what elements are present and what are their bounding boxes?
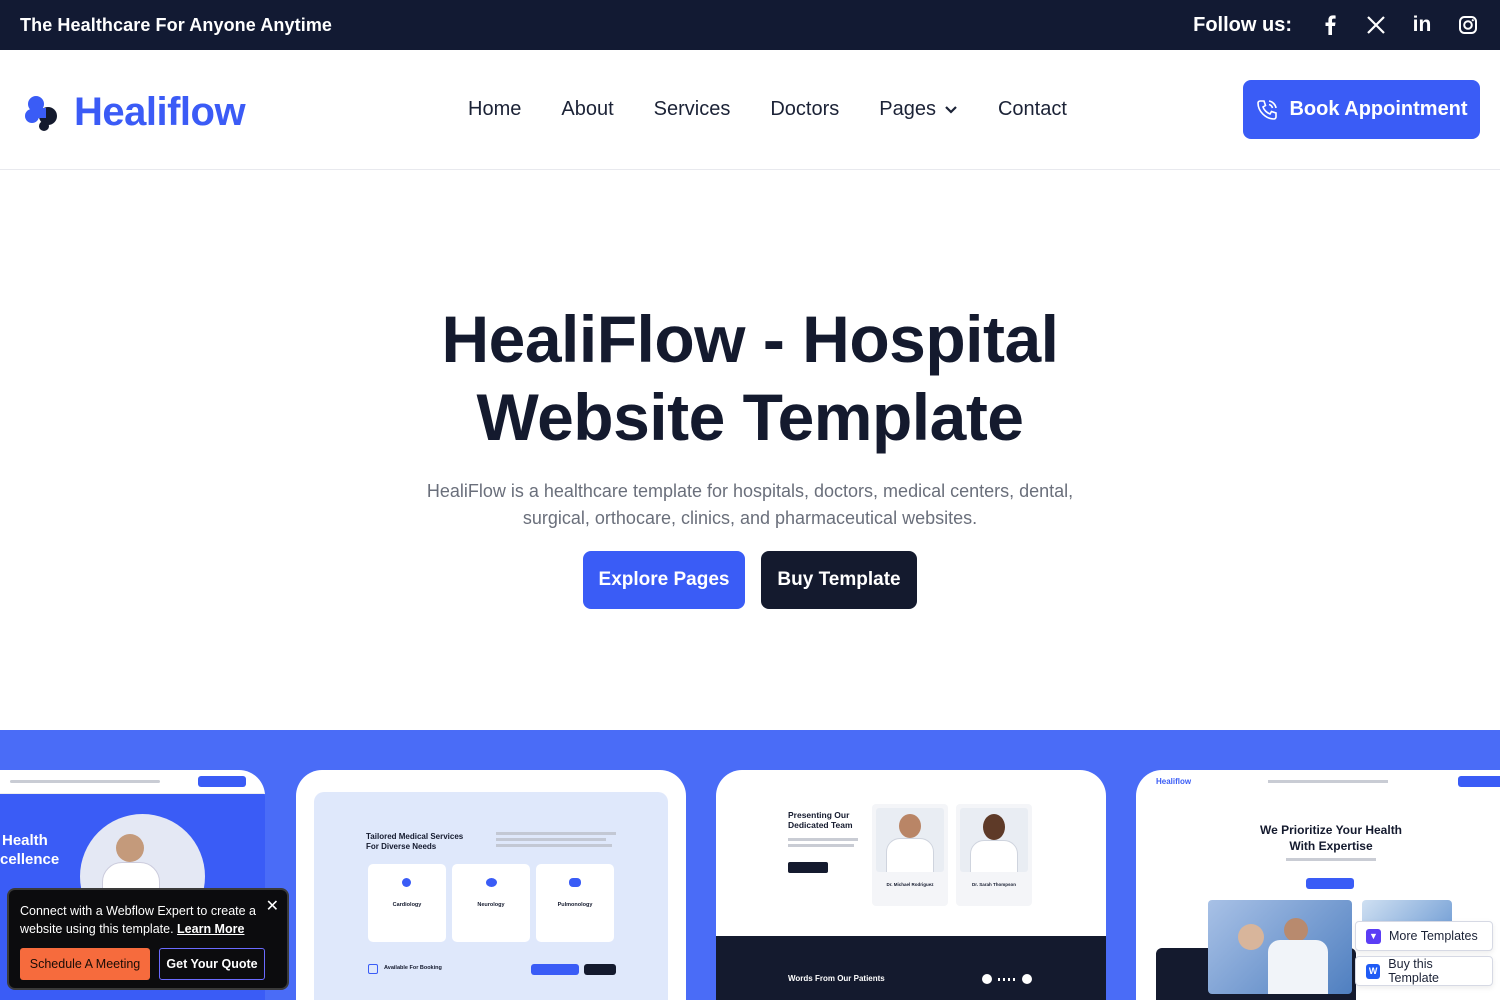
mini-doctor-card: Dr. Michael Rodriguez: [872, 804, 948, 906]
mini-hero-heading1: Health: [2, 832, 48, 849]
webflow-icon: W: [1366, 963, 1381, 979]
linkedin-icon[interactable]: in: [1410, 13, 1434, 37]
lungs-icon: [569, 878, 581, 887]
mini-services-button: [584, 964, 616, 975]
mini-nav-links: [1268, 780, 1388, 783]
nav-pages[interactable]: Pages: [879, 98, 958, 121]
preview-card-services[interactable]: Tailored Medical Services For Diverse Ne…: [296, 770, 686, 1000]
logo-icon: [25, 95, 57, 131]
mini-services-heading: Tailored Medical Services For Diverse Ne…: [366, 832, 464, 851]
buy-this-template-button[interactable]: W Buy this Template: [1355, 956, 1493, 986]
mini-testimonials-section: Words From Our Patients: [716, 936, 1106, 1000]
mini-text-line: [496, 838, 606, 841]
mini-service-title: Pulmonology: [557, 902, 593, 908]
mini-meet-doctors-button: [788, 862, 828, 873]
mini-service-card: Pulmonology: [536, 864, 614, 942]
mini-hero-heading2: cellence: [0, 851, 60, 868]
slider-next-dot: [1022, 974, 1032, 984]
mini-services-panel: Tailored Medical Services For Diverse Ne…: [314, 792, 668, 1000]
phone-icon: [1257, 99, 1278, 120]
mini-doctor-name: Dr. Michael Rodriguez: [886, 882, 934, 887]
nav-home[interactable]: Home: [468, 98, 521, 121]
mini-service-title: Cardiology: [392, 902, 422, 908]
nav-about[interactable]: About: [561, 98, 613, 121]
get-quote-button[interactable]: Get Your Quote: [159, 948, 265, 980]
webflow-expert-popup: Connect with a Webflow Expert to create …: [7, 888, 289, 990]
brain-icon: [486, 878, 497, 887]
social-links: Follow us: in: [1193, 13, 1480, 37]
follow-label: Follow us:: [1193, 13, 1292, 36]
doctor-photo: [876, 808, 944, 872]
explore-pages-button[interactable]: Explore Pages: [583, 551, 745, 609]
calendar-icon: [368, 964, 378, 974]
buy-template-button[interactable]: Buy Template: [761, 551, 917, 609]
mini-service-title: Neurology: [477, 902, 505, 908]
more-templates-label: More Templates: [1389, 929, 1478, 943]
mini-navbar: [0, 770, 265, 794]
mini-doctor-name: Dr. Sarah Thompson: [971, 882, 1016, 887]
tagline: The Healthcare For Anyone Anytime: [20, 14, 333, 35]
mini-book-button: [198, 776, 246, 787]
hero-title-line2: Website Template: [476, 380, 1024, 454]
nav-services[interactable]: Services: [654, 98, 731, 121]
hero-subtitle: HealiFlow is a healthcare template for h…: [426, 481, 1074, 528]
mini-nav-links: [10, 780, 160, 783]
mini-booking-text: Available For Booking: [384, 965, 442, 971]
nav-pages-label: Pages: [879, 98, 936, 120]
mini-text-line: [788, 844, 854, 847]
hero-title: HealiFlow - Hospital Website Template: [0, 300, 1500, 456]
more-templates-button[interactable]: ▼ More Templates: [1355, 921, 1493, 951]
close-icon[interactable]: ✕: [266, 896, 279, 916]
main-nav: Home About Services Doctors Pages Contac…: [468, 98, 1067, 121]
mini-consultation-button: [1306, 878, 1354, 889]
templates-icon: ▼: [1366, 928, 1381, 944]
top-bar: The Healthcare For Anyone Anytime Follow…: [0, 0, 1500, 50]
mini-book-button: [1458, 776, 1500, 787]
mini-text-line: [788, 838, 858, 841]
mini-testimonials-heading: Words From Our Patients: [788, 974, 885, 983]
mini-team-heading: Presenting Our Dedicated Team: [788, 810, 853, 830]
mini-logo: Healiflow: [1156, 777, 1192, 786]
mini-text-line: [1286, 858, 1376, 861]
mini-text-line: [496, 832, 616, 835]
clinic-photo: [1208, 900, 1352, 994]
logo[interactable]: Healiflow: [22, 90, 246, 135]
instagram-icon[interactable]: [1456, 13, 1480, 37]
learn-more-link[interactable]: Learn More: [177, 922, 244, 936]
nav-doctors[interactable]: Doctors: [770, 98, 839, 121]
schedule-meeting-button[interactable]: Schedule A Meeting: [20, 948, 150, 980]
mini-about-heading: We Prioritize Your Health With Expertise: [1259, 823, 1403, 853]
facebook-icon[interactable]: [1318, 13, 1342, 37]
buy-this-template-label: Buy this Template: [1388, 957, 1440, 985]
popup-message: Connect with a Webflow Expert to create …: [20, 902, 270, 938]
mini-service-card: Neurology: [452, 864, 530, 942]
book-appointment-label: Book Appointment: [1289, 98, 1468, 120]
chevron-down-icon: [945, 105, 957, 114]
hero-title-line1: HealiFlow - Hospital: [441, 302, 1059, 376]
logo-text: Healiflow: [74, 90, 246, 134]
heart-icon: [402, 878, 411, 887]
slider-dots: [998, 978, 1018, 981]
preview-card-team[interactable]: Presenting Our Dedicated Team Dr. Michae…: [716, 770, 1106, 1000]
book-appointment-button[interactable]: Book Appointment: [1243, 80, 1480, 139]
mini-consultation-button: [531, 964, 579, 975]
slider-prev-dot: [982, 974, 992, 984]
x-icon[interactable]: [1364, 13, 1388, 37]
nav-contact[interactable]: Contact: [998, 98, 1067, 121]
doctor-photo: [960, 808, 1028, 872]
mini-service-card: Cardiology: [368, 864, 446, 942]
mini-text-line: [496, 844, 612, 847]
mini-doctor-card: Dr. Sarah Thompson: [956, 804, 1032, 906]
main-header: Healiflow Home About Services Doctors Pa…: [0, 50, 1500, 170]
